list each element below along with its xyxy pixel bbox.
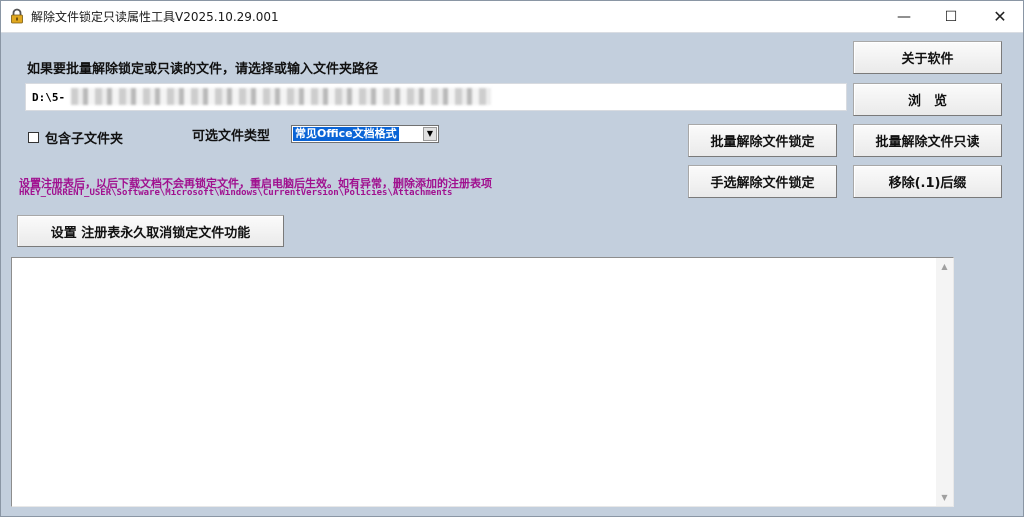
batch-unlock-button[interactable]: 批量解除文件锁定 [688, 124, 837, 157]
remove-suffix-button[interactable]: 移除(.1)后缀 [853, 165, 1002, 198]
scroll-down-arrow-icon[interactable]: ▼ [936, 489, 953, 506]
about-button[interactable]: 关于软件 [853, 41, 1002, 74]
path-prompt-label: 如果要批量解除锁定或只读的文件，请选择或输入文件夹路径 [27, 62, 379, 77]
file-type-selected-value: 常见Office文档格式 [293, 127, 399, 141]
file-type-label: 可选文件类型 [192, 129, 271, 144]
include-subfolders-checkbox[interactable]: 包含子文件夹 [28, 128, 123, 147]
window-title: 解除文件锁定只读属性工具V2025.10.29.001 [31, 10, 279, 24]
browse-button[interactable]: 浏 览 [853, 83, 1002, 116]
padlock-icon [11, 8, 23, 24]
close-button[interactable]: ✕ [977, 1, 1023, 32]
minimize-button[interactable]: — [881, 1, 927, 32]
include-subfolders-label: 包含子文件夹 [45, 132, 124, 147]
minimize-icon: — [897, 8, 911, 25]
title-bar[interactable]: 解除文件锁定只读属性工具V2025.10.29.001 — ☐ ✕ [1, 1, 1023, 33]
manual-unlock-button[interactable]: 手选解除文件锁定 [688, 165, 837, 198]
maximize-button[interactable]: ☐ [928, 1, 974, 32]
vertical-scrollbar[interactable]: ▲ ▼ [936, 258, 953, 506]
redacted-path-overlay [71, 88, 491, 105]
batch-readonly-button[interactable]: 批量解除文件只读 [853, 124, 1002, 157]
chevron-down-icon[interactable]: ▼ [423, 127, 437, 141]
scroll-up-arrow-icon[interactable]: ▲ [936, 258, 953, 275]
registry-key-path: HKEY_CURRENT_USER\Software\Microsoft\Win… [19, 188, 453, 198]
checkbox-box[interactable] [28, 132, 39, 143]
maximize-icon: ☐ [944, 8, 958, 25]
registry-disable-lock-button[interactable]: 设置 注册表永久取消锁定文件功能 [17, 215, 284, 247]
file-type-select[interactable]: 常见Office文档格式 ▼ [291, 125, 439, 143]
log-textarea[interactable]: ▲ ▼ [11, 257, 954, 507]
app-window: 解除文件锁定只读属性工具V2025.10.29.001 — ☐ ✕ 如果要批量解… [0, 0, 1024, 517]
close-icon: ✕ [993, 7, 1007, 26]
